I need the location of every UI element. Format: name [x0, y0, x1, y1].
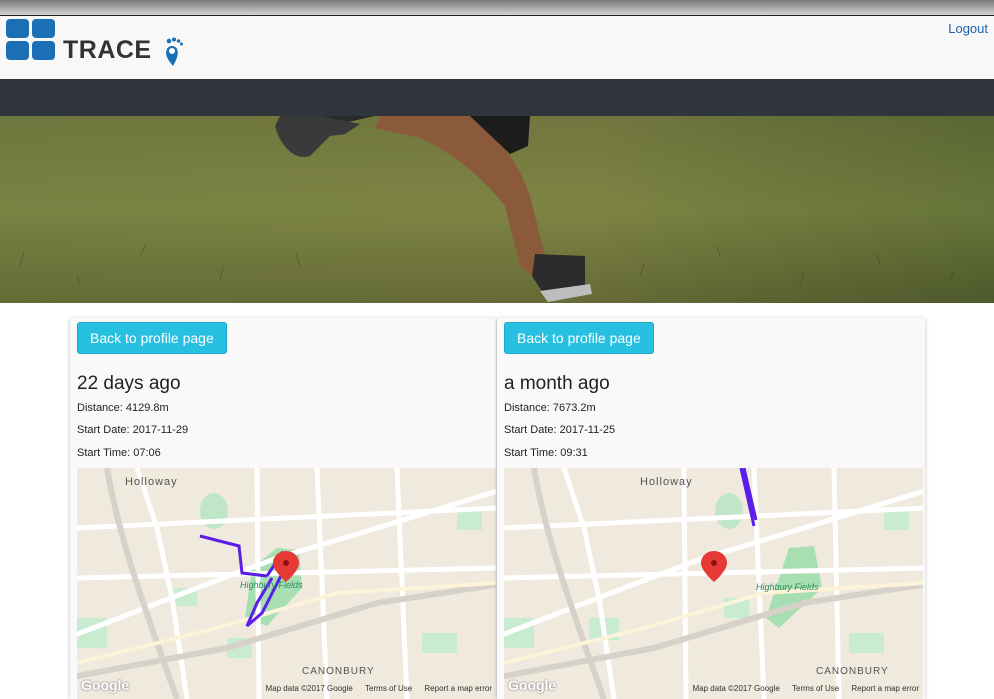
report-map-error-link[interactable]: Report a map error — [424, 684, 492, 693]
back-to-profile-button[interactable]: Back to profile page — [77, 322, 227, 354]
run-distance: Distance: 7673.2m — [504, 402, 596, 414]
map-label-highbury: Highbury Fields — [756, 582, 819, 592]
browser-top-shade — [0, 0, 994, 16]
terms-of-use-link[interactable]: Terms of Use — [365, 684, 412, 693]
map-label-canonbury: CANONBURY — [302, 666, 375, 677]
route-map[interactable]: Holloway Highbury Fields CANONBURY Googl… — [77, 468, 496, 699]
report-map-error-link[interactable]: Report a map error — [851, 684, 919, 693]
map-attribution: Map data ©2017 Google Terms of Use Repor… — [256, 684, 492, 693]
run-distance: Distance: 4129.8m — [77, 402, 169, 414]
terms-of-use-link[interactable]: Terms of Use — [792, 684, 839, 693]
google-logo: Google — [81, 677, 130, 693]
route-map[interactable]: Holloway Highbury Fields CANONBURY Googl… — [504, 468, 923, 699]
run-start-time: Start Time: 09:31 — [504, 447, 588, 459]
map-label-highbury: Highbury Fields — [240, 580, 303, 590]
map-data-text: Map data ©2017 Google — [692, 684, 780, 693]
google-logo: Google — [508, 677, 557, 693]
navbar — [0, 79, 994, 116]
hero-image — [0, 116, 994, 303]
map-label-canonbury: CANONBURY — [816, 666, 889, 677]
logo-grid-icon — [6, 19, 56, 60]
run-card: Back to profile page 22 days ago Distanc… — [70, 318, 496, 699]
run-relative-date: a month ago — [504, 373, 610, 394]
site-header: TRACE Logout — [0, 16, 994, 79]
map-label-holloway: Holloway — [640, 476, 693, 488]
back-to-profile-button[interactable]: Back to profile page — [504, 322, 654, 354]
run-start-date: Start Date: 2017-11-29 — [77, 424, 189, 436]
map-label-holloway: Holloway — [125, 476, 178, 488]
map-data-text: Map data ©2017 Google — [265, 684, 353, 693]
logout-link[interactable]: Logout — [948, 21, 988, 36]
run-start-time: Start Time: 07:06 — [77, 447, 161, 459]
run-relative-date: 22 days ago — [77, 373, 181, 394]
footprint-pin-icon — [166, 37, 183, 66]
brand-name: TRACE — [63, 36, 152, 64]
run-card: Back to profile page a month ago Distanc… — [497, 318, 925, 699]
map-attribution: Map data ©2017 Google Terms of Use Repor… — [683, 684, 919, 693]
run-start-date: Start Date: 2017-11-25 — [504, 424, 616, 436]
